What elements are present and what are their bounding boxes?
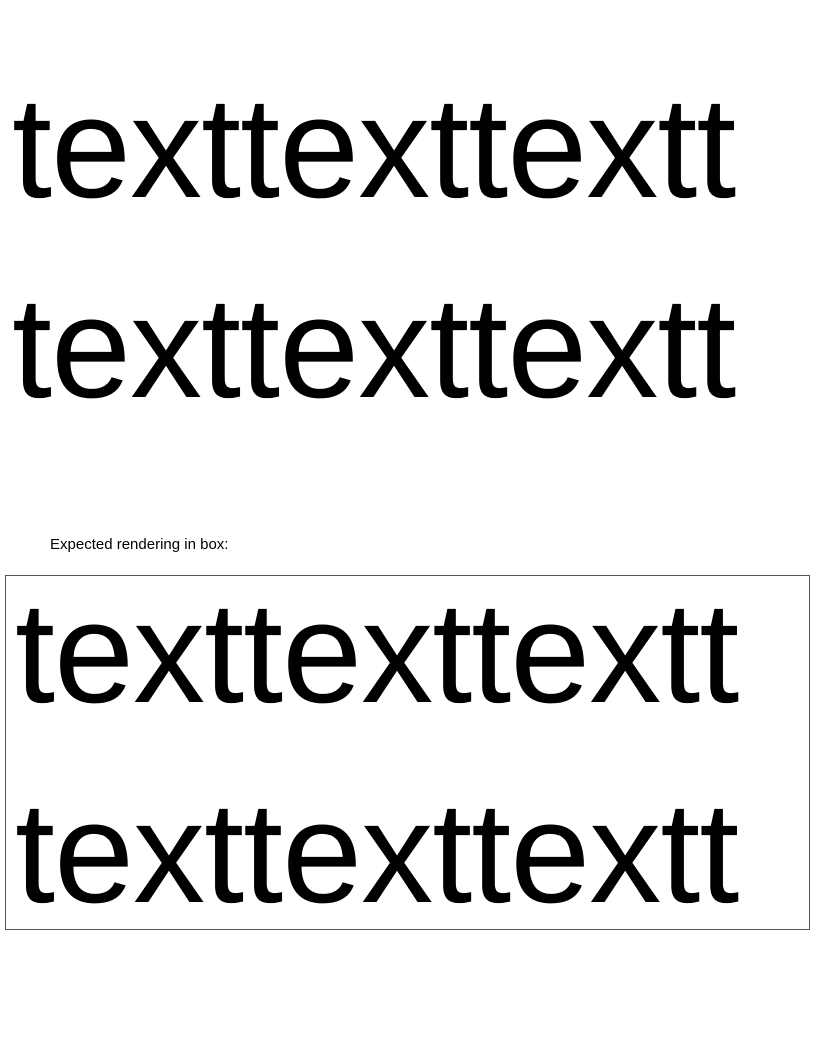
- reference-text-line-1: texttexttextt: [15, 575, 739, 733]
- test-text-area: texttexttextt texttexttextt: [0, 0, 816, 500]
- test-text-line-2: texttexttextt: [12, 267, 736, 428]
- reference-text-line-2: texttexttextt: [15, 772, 739, 930]
- test-text-line-1: texttexttextt: [12, 67, 736, 228]
- expected-rendering-caption: Expected rendering in box:: [50, 536, 229, 553]
- expected-rendering-box: texttexttextt texttexttextt: [5, 575, 810, 930]
